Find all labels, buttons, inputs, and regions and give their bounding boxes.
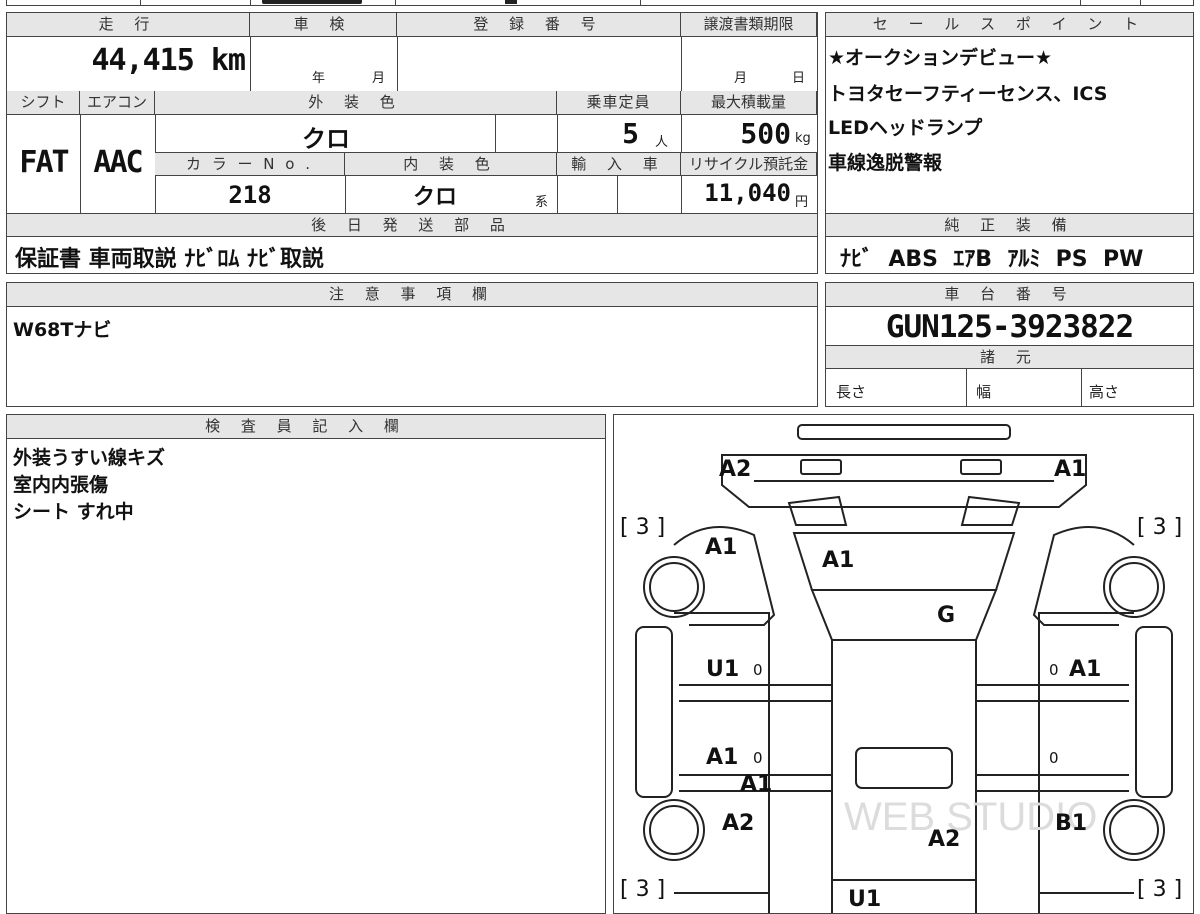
sales-line-1: ★オークションデビュー★ bbox=[828, 47, 1053, 69]
sales-point-label: セ ー ル ス ポ イ ン ト bbox=[826, 13, 1193, 37]
interior-unit: 系 bbox=[535, 195, 549, 210]
inspector-box: 検 査 員 記 入 欄 外装うすい線キズ 室内内張傷 シート すれ中 bbox=[6, 414, 606, 914]
shift-value: FAT bbox=[19, 145, 69, 180]
notes-label: 注 意 事 項 欄 bbox=[7, 283, 817, 307]
specs-label: 諸 元 bbox=[826, 345, 1193, 369]
sales-line-4: 車線逸脱警報 bbox=[828, 152, 943, 174]
inspector-line-3: シート すれ中 bbox=[13, 501, 134, 523]
maxload-value: 500 bbox=[740, 117, 791, 150]
width-label: 幅 bbox=[976, 383, 992, 401]
mark-door-rr-small: 0 bbox=[1049, 749, 1059, 767]
inspector-line-1: 外装うすい線キズ bbox=[13, 447, 166, 469]
car-diagram: WEB STUDIO A2 A1 [ 3 ] [ 3 ] A1 A1 G U1 … bbox=[613, 414, 1194, 914]
maxload-unit: kg bbox=[795, 131, 811, 146]
mark-door-lf: U1 bbox=[706, 657, 740, 682]
inspection-month: 月 bbox=[372, 71, 386, 86]
recycle-label: リサイクル預託金 bbox=[681, 152, 817, 176]
chassis-number: GUN125-3923822 bbox=[885, 309, 1134, 345]
chassis-box: 車 台 番 号 GUN125-3923822 諸 元 長さ 幅 高さ bbox=[825, 282, 1194, 407]
inspector-line-2: 室内内張傷 bbox=[13, 474, 109, 496]
transfer-day: 日 bbox=[792, 71, 806, 86]
notes-value: W68Tナビ bbox=[13, 319, 112, 341]
bracket-top-right: [ 3 ] bbox=[1137, 515, 1183, 540]
mark-door-lr-small: 0 bbox=[753, 749, 763, 767]
capacity-label: 乗車定員 bbox=[557, 91, 681, 115]
maxload-label: 最大積載量 bbox=[681, 91, 817, 115]
notes-box: 注 意 事 項 欄 W68Tナビ bbox=[6, 282, 818, 407]
inspector-label: 検 査 員 記 入 欄 bbox=[7, 415, 605, 439]
mileage-value: 44,415 km bbox=[91, 43, 246, 78]
mark-hood: G bbox=[937, 603, 956, 628]
top-strip bbox=[0, 0, 1200, 8]
registration-label: 登 録 番 号 bbox=[397, 13, 681, 37]
recycle-unit: 円 bbox=[795, 195, 809, 210]
genuine-label: 純 正 装 備 bbox=[826, 213, 1193, 237]
transfer-month: 月 bbox=[734, 71, 748, 86]
import-label: 輸 入 車 bbox=[557, 152, 681, 176]
bracket-bottom-left: [ 3 ] bbox=[620, 877, 666, 902]
capacity-value: 5 bbox=[622, 117, 639, 150]
recycle-value: 11,040 bbox=[704, 179, 791, 207]
aircon-value: AAC bbox=[93, 145, 143, 180]
car-outline: WEB STUDIO bbox=[635, 424, 1173, 913]
capacity-unit: 人 bbox=[655, 135, 669, 150]
shift-label: シフト bbox=[7, 91, 80, 115]
mark-door-lf-small: 0 bbox=[753, 661, 763, 679]
mark-sill-left: A1 bbox=[740, 772, 773, 797]
mark-door-rf: A1 bbox=[1069, 657, 1102, 682]
inspection-year: 年 bbox=[312, 71, 326, 86]
colorno-value: 218 bbox=[228, 181, 272, 209]
mark-door-lr: A1 bbox=[706, 745, 739, 770]
header-table: 走 行 車 検 登 録 番 号 譲渡書類期限 44,415 km 年 月 月 日… bbox=[6, 12, 818, 274]
exterior-value: クロ bbox=[302, 125, 350, 153]
genuine-value: ﾅﾋﾞ ABS ｴｱB ｱﾙﾐ PS PW bbox=[840, 247, 1144, 272]
chassis-label: 車 台 番 号 bbox=[826, 283, 1193, 307]
later-parts-label: 後 日 発 送 部 品 bbox=[7, 213, 817, 237]
mark-windshield: A1 bbox=[822, 548, 855, 573]
length-label: 長さ bbox=[836, 383, 867, 401]
mark-quarter-right: B1 bbox=[1055, 811, 1088, 836]
bracket-bottom-right: [ 3 ] bbox=[1137, 877, 1183, 902]
mark-front-right: A1 bbox=[1054, 457, 1087, 482]
mark-quarter-left: A2 bbox=[722, 811, 755, 836]
inspection-label: 車 検 bbox=[250, 13, 397, 37]
interior-value: クロ bbox=[412, 185, 457, 210]
sales-line-2: トヨタセーフティーセンス、ICS bbox=[828, 83, 1108, 105]
exterior-label: 外 装 色 bbox=[155, 91, 557, 115]
colorno-label: カ ラ ー N o . bbox=[155, 152, 345, 176]
mark-fender-left: A1 bbox=[705, 535, 738, 560]
aircon-label: エアコン bbox=[80, 91, 155, 115]
height-label: 高さ bbox=[1089, 383, 1120, 401]
mark-front-left: A2 bbox=[719, 457, 752, 482]
transfer-label: 譲渡書類期限 bbox=[681, 13, 817, 37]
bracket-top-left: [ 3 ] bbox=[620, 515, 666, 540]
mileage-label: 走 行 bbox=[7, 13, 250, 37]
interior-label: 内 装 色 bbox=[345, 152, 557, 176]
sales-line-3: LEDヘッドランプ bbox=[828, 117, 983, 139]
mark-door-rf-small: 0 bbox=[1049, 661, 1059, 679]
sales-point-box: セ ー ル ス ポ イ ン ト ★オークションデビュー★ トヨタセーフティーセン… bbox=[825, 12, 1194, 274]
later-parts-value: 保証書 車両取説 ﾅﾋﾞﾛﾑ ﾅﾋﾞ取説 bbox=[15, 247, 324, 272]
mark-roof: A2 bbox=[928, 827, 961, 852]
